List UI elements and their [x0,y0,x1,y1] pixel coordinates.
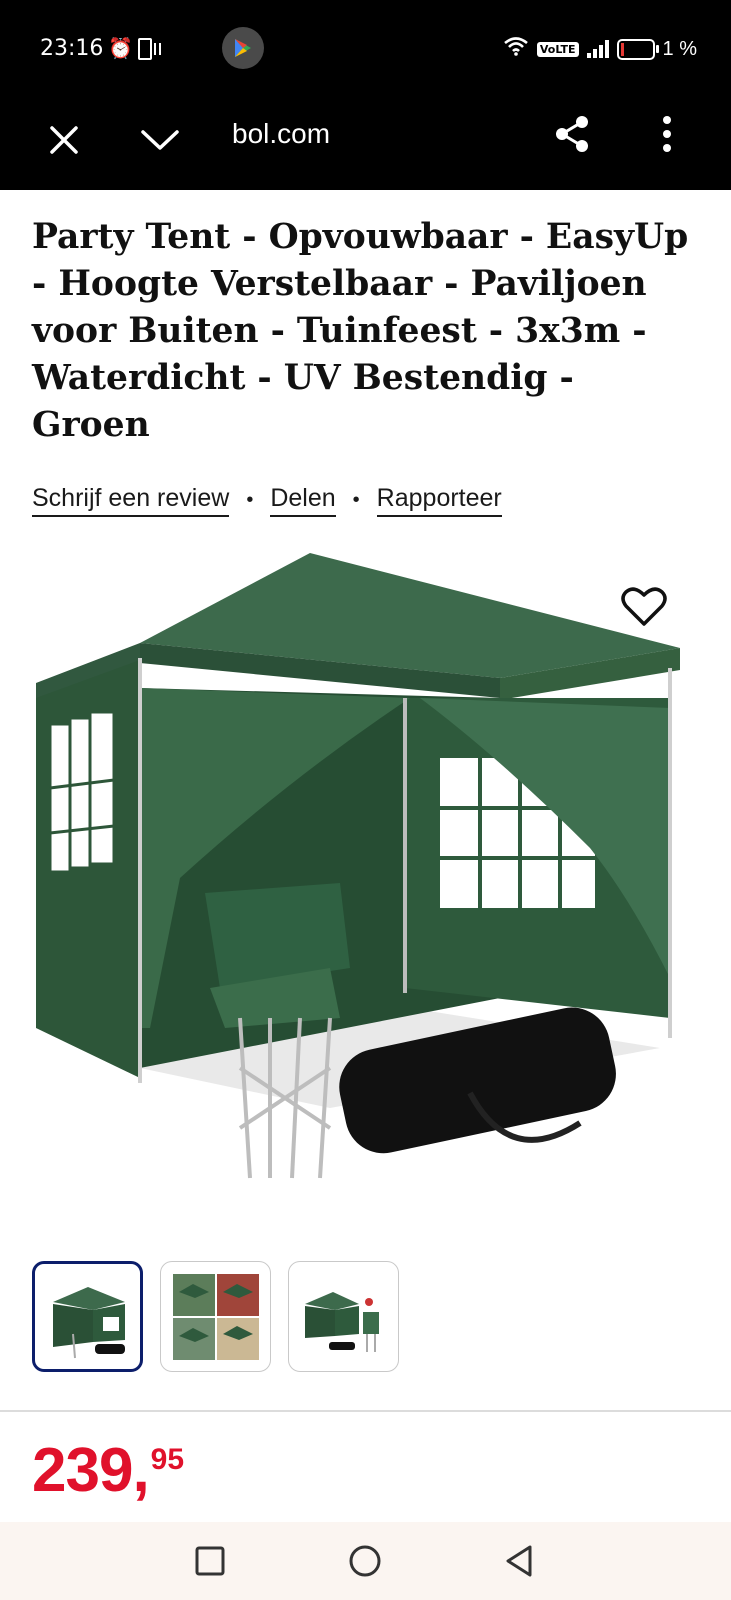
share-icon [556,116,588,152]
close-button[interactable] [44,120,84,160]
favorite-button[interactable] [620,584,668,628]
chevron-down-icon [141,130,179,150]
app-notification-icon [222,27,264,69]
url-text[interactable]: bol.com [232,118,330,150]
home-button[interactable] [343,1539,387,1583]
browser-toolbar: bol.com [0,98,731,190]
back-button[interactable] [498,1539,542,1583]
product-title: Party Tent - Opvouwbaar - EasyUp - Hoogt… [32,217,689,445]
price-whole: 239, [32,1436,150,1505]
vibrate-icon [138,38,161,60]
close-icon [50,126,78,154]
share-button[interactable] [550,112,594,156]
status-right-group: VoLTE 1 % [503,36,697,62]
battery-icon [616,38,659,60]
more-options-button[interactable] [652,112,682,156]
signal-icon [586,40,609,58]
alarm-icon: ⏰ [108,38,133,60]
wifi-icon [503,36,529,62]
product-actions: Schrijf een review • Delen • Rapporteer [32,484,502,517]
thumbnail-strip [32,1261,399,1372]
price: 239, 95 [32,1436,184,1506]
volte-badge: VoLTE [536,41,579,57]
system-nav-bar [0,1522,731,1600]
more-vert-icon [663,116,671,152]
back-icon [506,1545,532,1577]
share-link[interactable]: Delen [270,484,336,517]
separator-dot: • [246,489,254,511]
price-fraction: 95 [150,1443,185,1476]
status-time: 23:16 [40,36,104,61]
minimize-button[interactable] [138,120,182,160]
thumbnail-3[interactable] [288,1261,399,1372]
recent-apps-button[interactable] [188,1539,232,1583]
write-review-link[interactable]: Schrijf een review [32,484,230,517]
section-divider [0,1410,731,1412]
thumbnail-2[interactable] [160,1261,271,1372]
thumbnail-1[interactable] [32,1261,143,1372]
report-link[interactable]: Rapporteer [376,484,502,517]
heart-icon [621,587,667,626]
battery-percent: 1 % [662,37,697,60]
recent-apps-icon [195,1546,225,1576]
home-icon [349,1545,381,1577]
status-bar: 23:16 ⏰ VoLTE 1 % [0,0,731,98]
product-image[interactable] [30,548,700,1198]
separator-dot: • [352,489,360,511]
